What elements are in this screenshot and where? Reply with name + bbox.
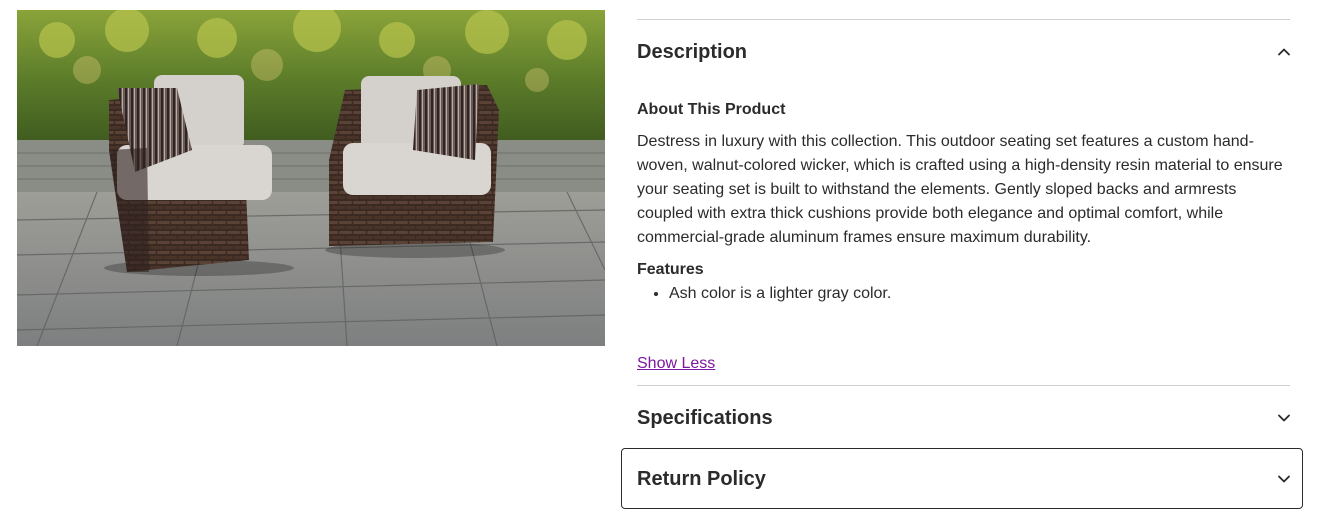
chevron-down-icon <box>1276 471 1292 487</box>
return-policy-title: Return Policy <box>637 467 766 490</box>
chevron-up-icon <box>1276 44 1292 60</box>
divider-specifications <box>637 385 1290 386</box>
chevron-down-icon <box>1276 410 1292 426</box>
divider-top <box>637 19 1290 20</box>
description-toggle[interactable]: Description <box>637 36 1290 68</box>
features-heading: Features <box>637 261 704 278</box>
specifications-title: Specifications <box>637 406 773 429</box>
return-policy-toggle[interactable]: Return Policy <box>637 463 1290 495</box>
feature-item: Ash color is a lighter gray color. <box>669 282 891 306</box>
about-text: Destress in luxury with this collection.… <box>637 133 1283 246</box>
about-heading: About This Product <box>637 101 786 118</box>
specifications-toggle[interactable]: Specifications <box>637 402 1290 434</box>
show-less-link[interactable]: Show Less <box>637 355 715 373</box>
product-photo <box>17 10 605 346</box>
description-title: Description <box>637 40 748 63</box>
product-image[interactable] <box>17 10 605 346</box>
features-list: Ash color is a lighter gray color. <box>637 282 891 306</box>
